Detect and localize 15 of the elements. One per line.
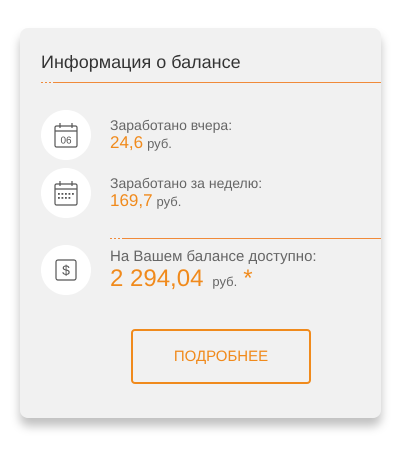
dollar-icon: $ bbox=[55, 259, 77, 281]
balance-amount: 2 294,04 bbox=[110, 264, 204, 292]
calendar-icon: 06 bbox=[54, 122, 78, 148]
currency: руб. bbox=[156, 194, 182, 209]
footnote-mark: * bbox=[243, 264, 253, 292]
balance-label: На Вашем балансе доступно: bbox=[110, 248, 317, 264]
amount: 24,6 bbox=[110, 133, 144, 152]
earnings-label: Заработано вчера: bbox=[110, 117, 232, 133]
calendar-icon bbox=[54, 180, 78, 206]
card-title: Информация о балансе bbox=[41, 52, 242, 74]
earnings-label: Заработано за неделю: bbox=[110, 175, 262, 191]
details-button[interactable]: ПОДРОБНЕЕ bbox=[131, 329, 311, 384]
amount: 169,7 bbox=[110, 191, 153, 210]
currency: руб. bbox=[212, 274, 238, 288]
currency: руб. bbox=[147, 136, 172, 151]
